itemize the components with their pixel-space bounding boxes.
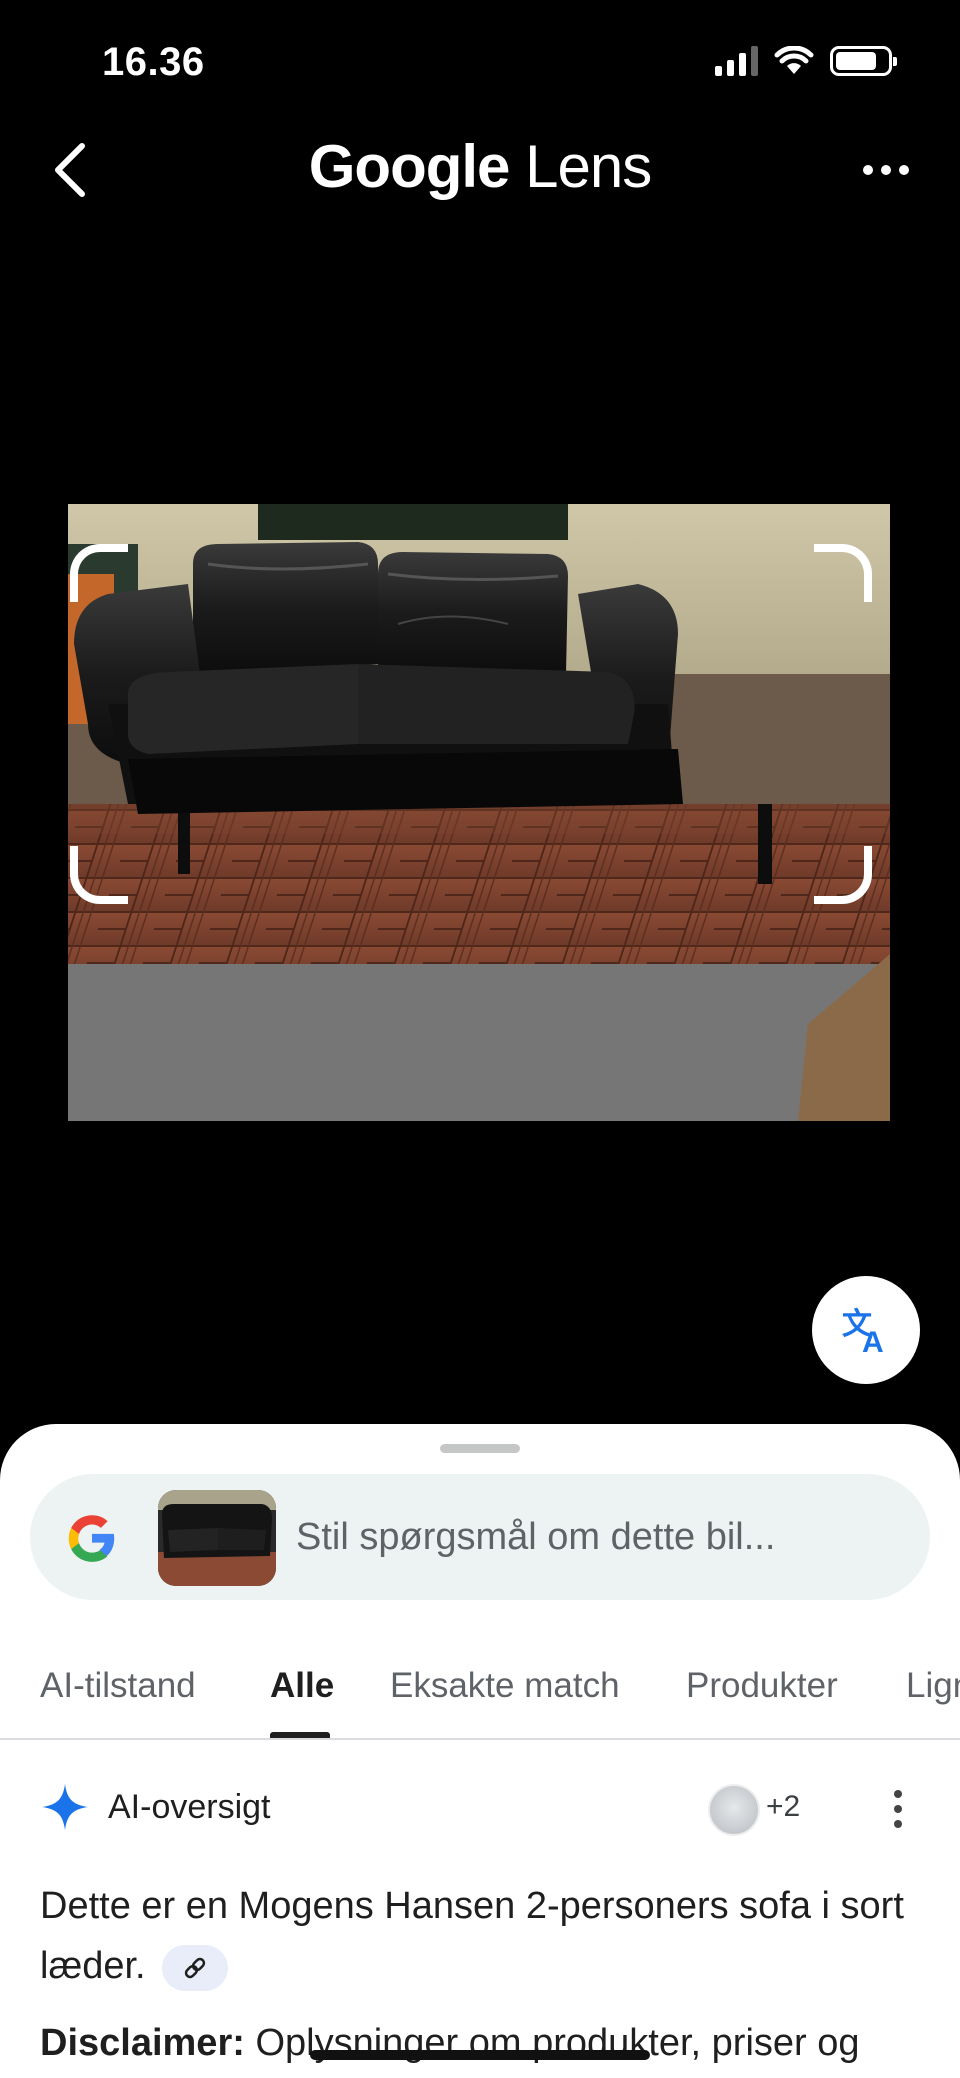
- tab-all[interactable]: Alle: [270, 1666, 334, 1706]
- cellular-signal-icon: [715, 46, 758, 76]
- more-options-button[interactable]: [856, 150, 916, 190]
- result-tabs: AI-tilstand Alle Eksakte match Produkter…: [0, 1646, 960, 1740]
- ai-overview-header: AI-oversigt: [40, 1782, 271, 1832]
- google-logo-icon: [68, 1515, 115, 1562]
- translate-button[interactable]: 文 A: [812, 1276, 920, 1384]
- source-avatar[interactable]: [708, 1784, 760, 1836]
- more-vertical-icon: [894, 1790, 902, 1798]
- active-tab-indicator: [270, 1732, 330, 1738]
- tab-exact-matches[interactable]: Eksakte match: [390, 1666, 620, 1706]
- tab-similar[interactable]: Lign: [906, 1666, 960, 1706]
- page-title: Google Lens: [0, 132, 960, 201]
- search-input[interactable]: Stil spørgsmål om dette bil...: [296, 1516, 775, 1559]
- status-icons: [715, 46, 897, 76]
- disclaimer-label: Disclaimer:: [40, 2022, 245, 2064]
- translate-icon: 文 A: [842, 1307, 884, 1356]
- sparkle-icon: [42, 1784, 88, 1830]
- drag-handle[interactable]: [440, 1444, 520, 1453]
- link-icon: [184, 1957, 206, 1979]
- query-thumbnail[interactable]: [158, 1490, 276, 1586]
- status-time: 16.36: [102, 40, 205, 84]
- search-bar[interactable]: Stil spørgsmål om dette bil...: [30, 1474, 930, 1600]
- svg-text:A: A: [862, 1326, 884, 1356]
- ai-answer: Dette er en Mogens Hansen 2-personers so…: [40, 1876, 920, 1996]
- more-horizontal-icon: [863, 165, 873, 175]
- more-vertical-button[interactable]: [888, 1784, 908, 1834]
- title-google: Google: [308, 133, 511, 200]
- sofa-photo: [68, 504, 890, 1121]
- tab-products[interactable]: Produkter: [686, 1666, 838, 1706]
- source-link-chip[interactable]: [162, 1944, 229, 1991]
- battery-icon: [830, 46, 897, 76]
- ai-overview-title: AI-oversigt: [108, 1787, 271, 1826]
- wifi-icon: [774, 46, 814, 74]
- results-sheet: Stil spørgsmål om dette bil... AI-tilsta…: [0, 1424, 960, 2078]
- source-count[interactable]: +2: [766, 1790, 800, 1824]
- title-lens: Lens: [509, 133, 652, 200]
- selection-corner[interactable]: [70, 846, 128, 904]
- home-indicator[interactable]: [310, 2050, 650, 2060]
- search-image[interactable]: [68, 504, 890, 1121]
- tab-ai-mode[interactable]: AI-tilstand: [40, 1666, 196, 1706]
- selection-corner[interactable]: [814, 544, 872, 602]
- selection-corner[interactable]: [70, 544, 128, 602]
